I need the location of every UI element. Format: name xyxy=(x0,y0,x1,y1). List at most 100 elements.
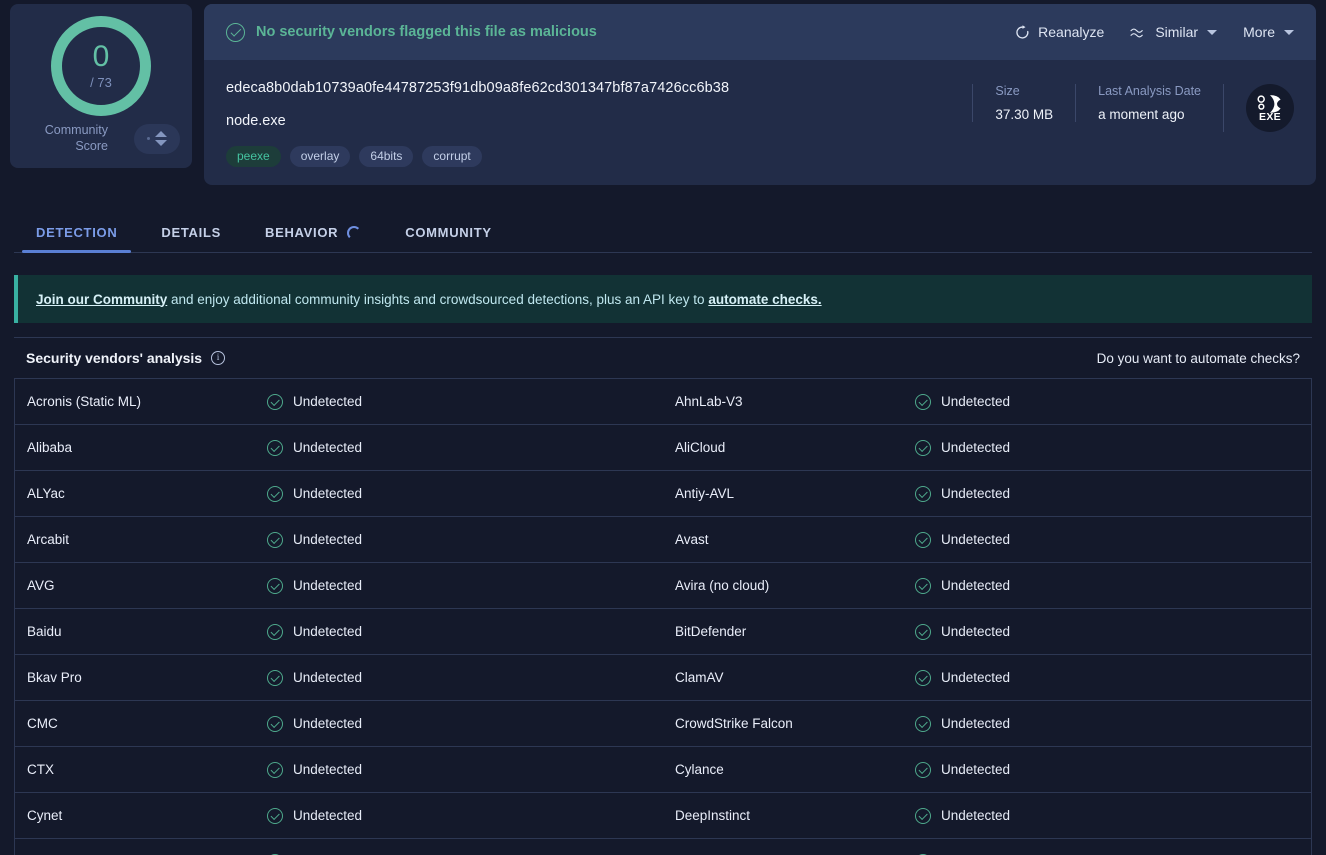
vendor-status: Undetected xyxy=(915,577,1011,594)
exe-label: EXE xyxy=(1259,110,1281,123)
vendor-status-label: Undetected xyxy=(941,808,1011,823)
file-tag-overlay[interactable]: overlay xyxy=(289,146,351,167)
vendors-panel-header: Security vendors' analysis i Do you want… xyxy=(14,337,1312,379)
similar-icon xyxy=(1130,27,1144,37)
table-row: ElasticUndetected xyxy=(663,839,1311,855)
chevron-down-icon xyxy=(1284,29,1294,35)
table-row: Antiy-AVL Undetected xyxy=(663,471,1311,517)
more-label: More xyxy=(1243,24,1275,40)
verdict-banner-left: No security vendors flagged this file as… xyxy=(226,22,1015,42)
chevron-down-icon xyxy=(1207,29,1218,35)
detection-score-total: / 73 xyxy=(90,75,112,90)
vendor-name: ClamAV xyxy=(675,670,724,685)
vendor-status-label: Undetected xyxy=(941,578,1011,593)
vendor-name: ALYac xyxy=(27,486,65,501)
vendor-status-label: Undetected xyxy=(941,394,1011,409)
loading-spinner-icon xyxy=(347,225,362,240)
vendor-status-label: Undetected xyxy=(293,440,363,455)
similar-button[interactable]: Similar xyxy=(1130,24,1218,40)
join-community-link[interactable]: Join our Community xyxy=(36,292,167,307)
file-identity: edeca8b0dab10739a0fe44787253f91db09a8fe6… xyxy=(226,80,972,167)
check-circle-icon xyxy=(267,393,283,410)
check-circle-icon xyxy=(915,761,931,778)
vendor-name: Baidu xyxy=(27,624,62,639)
vendor-status: Undetected xyxy=(267,439,363,456)
check-circle-icon xyxy=(267,669,283,686)
check-circle-icon xyxy=(226,22,245,42)
tab-behavior[interactable]: BEHAVIOR xyxy=(243,225,383,252)
vendor-status-label: Undetected xyxy=(941,532,1011,547)
tab-detection[interactable]: DETECTION xyxy=(14,225,139,253)
community-score-footer: Community Score xyxy=(10,123,192,154)
vendor-status-label: Undetected xyxy=(293,532,363,547)
tab-community[interactable]: COMMUNITY xyxy=(383,225,513,252)
security-vendors-panel: Security vendors' analysis i Do you want… xyxy=(14,337,1312,855)
vendor-status: Undetected xyxy=(267,577,362,594)
chevron-down-icon[interactable] xyxy=(155,140,167,147)
last-analysis-value: a moment ago xyxy=(1098,107,1185,122)
tab-behavior-label: BEHAVIOR xyxy=(264,225,339,240)
file-tag-64bits[interactable]: 64bits xyxy=(359,146,414,167)
vendor-status-label: Undetected xyxy=(293,624,363,639)
check-circle-icon xyxy=(267,623,283,640)
vendor-status: Undetected xyxy=(267,715,363,732)
table-row: DeepInstinct Undetected xyxy=(663,793,1311,839)
check-circle-icon xyxy=(267,715,283,732)
file-meta-group: Size 37.30 MB Last Analysis Date a momen… xyxy=(972,80,1294,167)
check-circle-icon xyxy=(267,577,283,594)
check-circle-icon xyxy=(915,393,931,410)
reanalyze-button[interactable]: Reanalyze xyxy=(1015,24,1104,40)
detection-score-donut: 0 / 73 xyxy=(51,16,151,116)
file-tag-peexe[interactable]: peexe xyxy=(226,146,281,167)
file-hash[interactable]: edeca8b0dab10739a0fe44787253f91db09a8fe6… xyxy=(226,80,972,96)
table-row: CTX Undetected xyxy=(15,747,663,793)
vote-arrows[interactable] xyxy=(155,131,167,147)
check-circle-icon xyxy=(915,715,931,732)
check-circle-icon xyxy=(915,807,931,824)
table-row: DrWebUndetected xyxy=(15,839,663,855)
vendor-status-label: Undetected xyxy=(941,716,1011,731)
table-row: ClamAV Undetected xyxy=(663,655,1311,701)
vendor-name: Acronis (Static ML) xyxy=(27,394,142,409)
vendor-status-label: Undetected xyxy=(293,486,363,501)
automate-checks-link[interactable]: automate checks. xyxy=(708,292,821,307)
vendor-status: Undetected xyxy=(915,669,1010,686)
vendors-panel-title-text: Security vendors' analysis xyxy=(26,350,203,366)
table-row: Baidu Undetected xyxy=(15,609,663,655)
last-analysis-label: Last Analysis Date xyxy=(1098,84,1201,98)
vendors-panel-title: Security vendors' analysis i xyxy=(26,350,226,366)
verdict-banner: No security vendors flagged this file as… xyxy=(204,4,1316,60)
vendor-status-label: Undetected xyxy=(293,808,363,823)
vendor-status: Undetected xyxy=(915,393,1011,410)
vendor-status-label: Undetected xyxy=(293,670,363,685)
automate-checks-prompt[interactable]: Do you want to automate checks? xyxy=(1097,351,1300,366)
reanalyze-label: Reanalyze xyxy=(1038,24,1105,40)
check-circle-icon xyxy=(915,439,931,456)
chevron-up-icon[interactable] xyxy=(155,131,167,138)
vendor-name: AliCloud xyxy=(675,440,726,455)
join-community-banner: Join our Community and enjoy additional … xyxy=(14,275,1312,323)
file-size-value: 37.30 MB xyxy=(995,107,1054,122)
vendor-status-label: Undetected xyxy=(293,716,363,731)
table-row: Avast Undetected xyxy=(663,517,1311,563)
table-row: AliCloud Undetected xyxy=(663,425,1311,471)
check-circle-icon xyxy=(267,761,283,778)
tab-details[interactable]: DETAILS xyxy=(139,225,243,252)
table-row: ALYac Undetected xyxy=(15,471,663,517)
vendor-name: DeepInstinct xyxy=(675,808,751,823)
table-row: Alibaba Undetected xyxy=(15,425,663,471)
more-button[interactable]: More xyxy=(1243,24,1294,40)
community-vote-stepper[interactable] xyxy=(134,123,180,154)
table-row: Cylance Undetected xyxy=(663,747,1311,793)
file-tag-corrupt[interactable]: corrupt xyxy=(422,146,482,167)
info-icon[interactable]: i xyxy=(211,351,226,365)
table-row: AhnLab-V3 Undetected xyxy=(663,379,1311,425)
table-row: Bkav Pro Undetected xyxy=(15,655,663,701)
table-row: Cynet Undetected xyxy=(15,793,663,839)
detection-score-value: 0 xyxy=(92,40,110,73)
table-row: CMC Undetected xyxy=(15,701,663,747)
last-analysis-meta: Last Analysis Date a moment ago xyxy=(1075,84,1223,122)
similar-label: Similar xyxy=(1155,24,1199,40)
vendor-name: Cylance xyxy=(675,762,724,777)
file-name: node.exe xyxy=(226,113,286,129)
